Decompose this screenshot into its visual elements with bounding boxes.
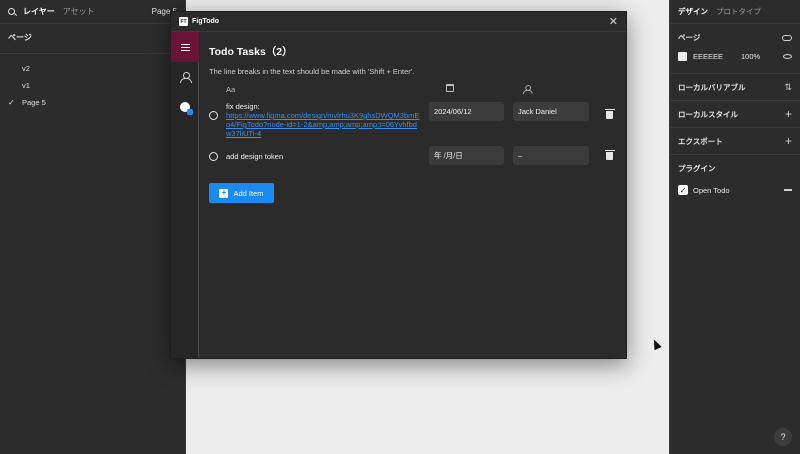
export-row: エクスポート +: [670, 128, 800, 155]
plugin-titlebar[interactable]: FT FigTodo ✕: [171, 12, 626, 32]
export-label: エクスポート: [678, 136, 723, 146]
figma-badge-icon: [180, 102, 193, 115]
trash-icon[interactable]: [604, 109, 615, 119]
sidebar-item-figma[interactable]: [171, 92, 199, 122]
text-column-icon: Aa: [226, 85, 236, 94]
plugins-label: プラグイン: [678, 163, 716, 173]
page-section: ページ EEEEEE 100%: [670, 24, 800, 74]
todo-link[interactable]: https://www.figma.com/design/mvlrhu3K9gh…: [226, 111, 422, 138]
column-headers: Aa: [209, 80, 616, 100]
plugin-item-open-todo[interactable]: ✓ Open Todo: [670, 181, 800, 199]
plugin-logo-icon: FT: [179, 17, 188, 26]
page-title: Todo Tasks（2）: [209, 46, 293, 58]
checkmark-icon: ✓: [8, 98, 15, 107]
assignee-field[interactable]: –: [513, 146, 589, 165]
page-item-v1[interactable]: v1: [0, 77, 185, 94]
search-icon[interactable]: [8, 8, 15, 15]
assignee-icon: [523, 85, 533, 94]
local-styles-row: ローカルスタイル +: [670, 101, 800, 128]
page-section-header: ページ: [670, 32, 800, 43]
pages-section-header: ページ: [0, 26, 185, 49]
user-icon: [180, 71, 192, 83]
page-item-label: v1: [22, 81, 30, 90]
hint-text: The line breaks in the text should be ma…: [209, 67, 415, 76]
toggle-icon[interactable]: [782, 34, 792, 41]
adjust-icon[interactable]: ⇅: [784, 82, 792, 93]
design-panel: デザイン プロトタイプ ページ EEEEEE 100% ローカルバリアブル ⇅ …: [669, 0, 800, 454]
plugin-content: Todo Tasks（2） The line breaks in the tex…: [209, 32, 616, 358]
add-item-label: Add Item: [233, 188, 264, 198]
close-button[interactable]: ✕: [609, 15, 618, 28]
list-item: add design token 年 /月/日 –: [209, 146, 616, 182]
plugins-header: プラグイン: [670, 155, 800, 181]
add-item-button[interactable]: + Add Item: [209, 183, 274, 203]
bg-opacity-value[interactable]: 100%: [741, 52, 760, 61]
layers-panel-header: レイヤー アセット Page 5: [0, 0, 185, 24]
local-variables-row: ローカルバリアブル ⇅: [670, 74, 800, 101]
todo-title[interactable]: add design token: [226, 152, 422, 161]
eye-icon[interactable]: [783, 54, 792, 59]
layers-panel: レイヤー アセット Page 5 ページ v2 v1 ✓ Page 5: [0, 0, 186, 454]
plugin-title: FigTodo: [192, 18, 220, 25]
tab-layers[interactable]: レイヤー: [23, 6, 55, 17]
plugin-sidebar: [171, 32, 199, 358]
tab-assets[interactable]: アセット: [63, 6, 95, 17]
due-date-field[interactable]: 年 /月/日: [429, 146, 504, 165]
sidebar-item-users[interactable]: [171, 62, 199, 92]
trash-icon[interactable]: [604, 150, 615, 160]
add-style-icon[interactable]: +: [785, 107, 792, 121]
page-background-row: EEEEEE 100%: [670, 52, 800, 61]
tab-design[interactable]: デザイン: [678, 6, 708, 17]
calendar-icon: [446, 84, 454, 92]
page-item-page5[interactable]: ✓ Page 5: [0, 94, 185, 111]
add-export-icon[interactable]: +: [785, 134, 792, 148]
complete-radio[interactable]: [209, 111, 218, 120]
sidebar-item-list[interactable]: [171, 32, 199, 62]
plugin-window: FT FigTodo ✕ Todo Tasks（2） The line brea…: [170, 11, 627, 359]
local-styles-label: ローカルスタイル: [678, 109, 738, 119]
page-item-v2[interactable]: v2: [0, 60, 185, 77]
plugin-item-label: Open Todo: [693, 185, 730, 195]
checkbox-icon[interactable]: ✓: [678, 185, 688, 195]
pages-header: ページ: [8, 33, 32, 42]
help-button[interactable]: ?: [774, 428, 792, 446]
plus-icon: +: [219, 188, 229, 198]
page-item-label: v2: [22, 64, 30, 73]
assignee-field[interactable]: Jack Daniel: [513, 102, 589, 121]
color-swatch[interactable]: [678, 52, 687, 61]
list-icon: [180, 43, 190, 51]
todo-text[interactable]: fix design: https://www.figma.com/design…: [226, 102, 422, 138]
bg-hex-value[interactable]: EEEEEE: [693, 52, 723, 61]
page-item-label: Page 5: [22, 98, 46, 107]
design-panel-header: デザイン プロトタイプ: [670, 0, 800, 24]
due-date-field[interactable]: 2024/06/12: [429, 102, 504, 121]
todo-title: fix design:: [226, 102, 260, 111]
remove-icon[interactable]: [784, 189, 792, 191]
complete-radio[interactable]: [209, 152, 218, 161]
page-label: ページ: [678, 33, 701, 42]
divider: [0, 53, 185, 54]
local-variables-label: ローカルバリアブル: [678, 82, 746, 92]
list-item: fix design: https://www.figma.com/design…: [209, 100, 616, 150]
tab-prototype[interactable]: プロトタイプ: [716, 6, 761, 17]
